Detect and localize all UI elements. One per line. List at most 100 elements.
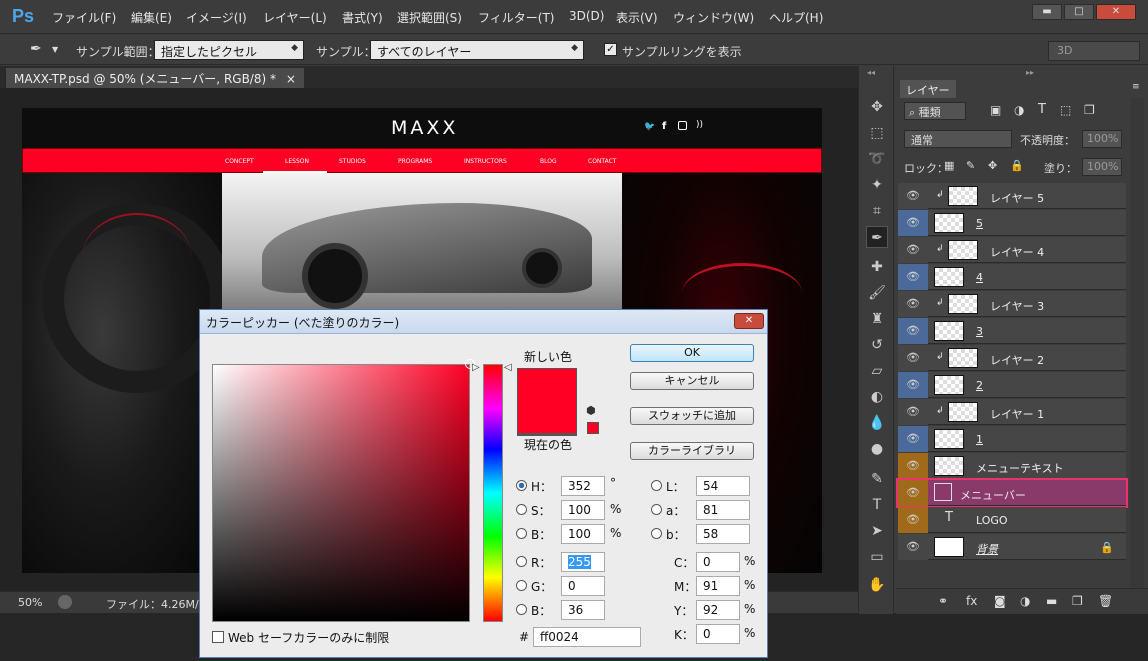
menu-image[interactable]: イメージ(I) xyxy=(186,9,247,26)
menu-edit[interactable]: 編集(E) xyxy=(131,9,172,26)
dodge-tool-icon[interactable]: ● xyxy=(866,438,888,460)
menu-layer[interactable]: レイヤー(L) xyxy=(263,9,327,26)
quick-select-tool-icon[interactable]: ✦ xyxy=(866,174,888,196)
eye-icon[interactable]: 👁 xyxy=(898,534,928,560)
close-tab-icon[interactable]: × xyxy=(286,72,296,86)
eye-icon[interactable]: 👁 xyxy=(898,507,928,533)
type-filter-icon[interactable]: T xyxy=(1038,102,1046,117)
layer-filter-select[interactable]: ⌕ 種類 xyxy=(904,102,966,120)
eyedropper-icon[interactable]: ✒ xyxy=(30,41,42,57)
path-select-tool-icon[interactable]: ➤ xyxy=(866,520,888,542)
adjustment-icon[interactable]: ◑ xyxy=(1020,594,1030,608)
b-field[interactable]: 100 xyxy=(561,524,605,544)
eye-icon[interactable]: 👁 xyxy=(898,210,928,236)
new-layer-icon[interactable]: ❐ xyxy=(1072,594,1083,608)
r-field[interactable]: 255 xyxy=(561,552,605,572)
fx-icon[interactable]: fx xyxy=(966,594,977,608)
layer-row[interactable]: 👁 ↲ レイヤー 4 xyxy=(898,237,1126,263)
k-field[interactable]: 0 xyxy=(696,624,740,644)
g-radio[interactable] xyxy=(516,580,527,591)
color-libraries-button[interactable]: カラーライブラリ xyxy=(630,442,754,460)
c-field[interactable]: 0 xyxy=(696,552,740,572)
zoom-level[interactable]: 50% xyxy=(18,596,42,609)
eyedropper-tool-icon[interactable]: ✒ xyxy=(866,226,888,248)
eraser-tool-icon[interactable]: ▱ xyxy=(866,360,888,382)
s-field[interactable]: 100 xyxy=(561,500,605,520)
h-radio[interactable] xyxy=(516,480,527,491)
collapse-icon[interactable]: ▸▸ xyxy=(1026,68,1034,77)
menu-file[interactable]: ファイル(F) xyxy=(52,9,116,26)
hue-slider-right-arrow-icon[interactable]: ◁ xyxy=(504,362,512,373)
panel-menu-icon[interactable]: ≡ xyxy=(1132,82,1140,92)
layers-tab[interactable]: レイヤー xyxy=(900,80,956,98)
web-only-checkbox[interactable] xyxy=(212,631,224,643)
hex-field[interactable]: ff0024 xyxy=(533,627,641,647)
sample-select[interactable]: すべてのレイヤー ◆ xyxy=(370,40,584,60)
g-field[interactable]: 0 xyxy=(561,576,605,596)
blend-mode-select[interactable]: 通常 xyxy=(904,130,1012,148)
eye-icon[interactable]: 👁 xyxy=(898,264,928,290)
y-field[interactable]: 92 xyxy=(696,600,740,620)
lab-b-radio[interactable] xyxy=(651,528,662,539)
healing-tool-icon[interactable]: ✚ xyxy=(866,256,888,278)
collapse-icon[interactable]: ◂◂ xyxy=(867,68,875,77)
eye-icon[interactable]: 👁 xyxy=(898,453,928,479)
menu-window[interactable]: ウィンドウ(W) xyxy=(673,9,754,26)
status-menu-icon[interactable] xyxy=(58,595,72,609)
layer-row[interactable]: 👁 T LOGO xyxy=(898,507,1126,533)
l-radio[interactable] xyxy=(651,480,662,491)
fill-field[interactable]: 100% xyxy=(1082,158,1122,176)
s-radio[interactable] xyxy=(516,504,527,515)
lasso-tool-icon[interactable]: ➰ xyxy=(866,148,888,170)
crop-tool-icon[interactable]: ⌗ xyxy=(866,200,888,222)
blur-tool-icon[interactable]: 💧 xyxy=(866,412,888,434)
eye-icon[interactable]: 👁 xyxy=(898,426,928,452)
add-swatch-button[interactable]: スウォッチに追加 xyxy=(630,407,754,425)
layer-row[interactable]: 👁 ↲ レイヤー 5 xyxy=(898,183,1126,209)
layer-row[interactable]: 👁 背景 🔒 xyxy=(898,534,1126,560)
document-tab[interactable]: MAXX-TP.psd @ 50% (メニューバー, RGB/8) * × xyxy=(6,68,304,88)
smart-object-filter-icon[interactable]: ❐ xyxy=(1084,103,1095,117)
eye-icon[interactable]: 👁 xyxy=(898,372,928,398)
hue-slider-left-arrow-icon[interactable]: ▷ xyxy=(472,362,480,373)
eye-icon[interactable]: 👁 xyxy=(898,183,928,209)
3d-cube-icon[interactable]: ⬢ xyxy=(586,404,596,417)
layer-row[interactable]: 👁 5 xyxy=(898,210,1126,236)
shape-tool-icon[interactable]: ▭ xyxy=(866,546,888,568)
layers-scrollbar[interactable] xyxy=(1130,98,1144,598)
chevron-down-icon[interactable]: ▼ xyxy=(52,45,58,54)
pen-tool-icon[interactable]: ✎ xyxy=(866,468,888,490)
adjustment-filter-icon[interactable]: ◑ xyxy=(1014,103,1024,117)
type-tool-icon[interactable]: T xyxy=(866,494,888,516)
layer-row[interactable]: 👁 1 xyxy=(898,426,1126,452)
eye-icon[interactable]: 👁 xyxy=(898,291,928,317)
trash-icon[interactable]: 🗑 xyxy=(1098,594,1113,608)
marquee-tool-icon[interactable]: ⬚ xyxy=(866,122,888,144)
close-window-button[interactable]: ✕ xyxy=(1096,4,1136,20)
r-radio[interactable] xyxy=(516,556,527,567)
blue-radio[interactable] xyxy=(516,604,527,615)
layer-row[interactable]: 👁 ↲ レイヤー 2 xyxy=(898,345,1126,371)
shape-filter-icon[interactable]: ⬚ xyxy=(1060,103,1071,117)
stamp-tool-icon[interactable]: ♜ xyxy=(866,308,888,330)
link-icon[interactable]: ⚭ xyxy=(938,594,948,608)
menu-help[interactable]: ヘルプ(H) xyxy=(769,9,823,26)
eye-icon[interactable]: 👁 xyxy=(898,318,928,344)
lock-all-icon[interactable]: 🔒 xyxy=(1010,159,1024,172)
workspace-select[interactable]: 3D xyxy=(1048,41,1140,61)
h-field[interactable]: 352 xyxy=(561,476,605,496)
menu-type[interactable]: 書式(Y) xyxy=(342,9,383,26)
b-radio[interactable] xyxy=(516,528,527,539)
layer-row[interactable]: 👁 3 xyxy=(898,318,1126,344)
layer-row[interactable]: 👁 ↲ レイヤー 1 xyxy=(898,399,1126,425)
m-field[interactable]: 91 xyxy=(696,576,740,596)
hand-tool-icon[interactable]: ✋ xyxy=(866,574,888,596)
move-tool-icon[interactable]: ✥ xyxy=(866,96,888,118)
ok-button[interactable]: OK xyxy=(630,344,754,362)
lock-transparency-icon[interactable]: ▦ xyxy=(944,159,954,172)
web-safe-swatch[interactable] xyxy=(587,422,599,434)
gradient-tool-icon[interactable]: ◐ xyxy=(866,386,888,408)
lock-pixels-icon[interactable]: ✎ xyxy=(966,159,975,172)
dialog-close-button[interactable]: ✕ xyxy=(734,313,764,329)
l-field[interactable]: 54 xyxy=(696,476,750,496)
